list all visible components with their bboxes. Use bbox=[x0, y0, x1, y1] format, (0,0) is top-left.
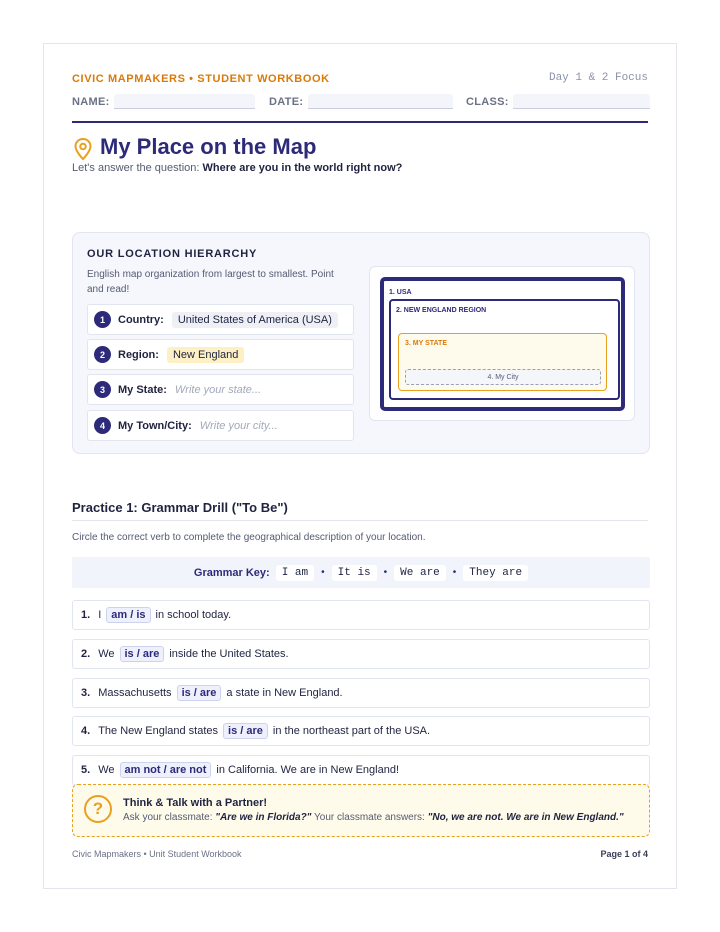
grammar-key-item: They are bbox=[463, 564, 529, 581]
header-rule bbox=[72, 121, 648, 123]
row-label: Country: bbox=[118, 313, 164, 326]
question-before: The New England states bbox=[98, 725, 219, 737]
question-row: 1. I am / is in school today. bbox=[72, 600, 650, 630]
hierarchy-description: English map organization from largest to… bbox=[87, 269, 334, 295]
footer-title: Civic Mapmakers • Unit Student Workbook bbox=[72, 849, 242, 859]
question-before: Massachusetts bbox=[98, 687, 172, 699]
grammar-key-bar: Grammar Key: I am • It is • We are • The… bbox=[72, 557, 650, 588]
step-number: 2 bbox=[94, 346, 111, 363]
grammar-key-item: I am bbox=[275, 564, 315, 581]
question-number: 2. bbox=[81, 648, 91, 660]
brand-title: CIVIC MAPMAKERS • STUDENT WORKBOOK bbox=[72, 73, 330, 85]
talk-title: Think & Talk with a Partner! bbox=[123, 797, 268, 809]
state-box: 3. MY STATE 4. My City bbox=[398, 333, 607, 391]
question-after: a state in New England. bbox=[226, 687, 343, 699]
talk-prompt: Ask your classmate: "Are we in Florida?"… bbox=[123, 812, 624, 823]
hierarchy-title: OUR LOCATION HIERARCHY bbox=[87, 248, 258, 260]
region-value: New England bbox=[166, 346, 245, 363]
question-after: in the northeast part of the USA. bbox=[272, 725, 431, 737]
question-before: I bbox=[98, 609, 102, 621]
page-subtitle: Let's answer the question: Where are you… bbox=[72, 162, 402, 174]
question-row: 5. We am not / are not in California. We… bbox=[72, 755, 650, 785]
question-row: 2. We is / are inside the United States. bbox=[72, 639, 650, 669]
step-number: 4 bbox=[94, 417, 111, 434]
workbook-page: CIVIC MAPMAKERS • STUDENT WORKBOOK Day 1… bbox=[43, 43, 677, 889]
verb-choice[interactable]: is / are bbox=[119, 646, 165, 662]
date-field[interactable] bbox=[308, 94, 453, 109]
region-box: 2. NEW ENGLAND REGION 3. MY STATE 4. My … bbox=[389, 299, 620, 400]
hierarchy-row-country: 1 Country: United States of America (USA… bbox=[87, 304, 354, 335]
ask-lead: Ask your classmate: bbox=[123, 812, 213, 823]
class-field[interactable] bbox=[513, 94, 650, 109]
location-hierarchy-panel: OUR LOCATION HIERARCHY English map organ… bbox=[72, 232, 650, 454]
verb-choice[interactable]: is / are bbox=[223, 723, 268, 739]
hierarchy-row-region: 2 Region: New England bbox=[87, 339, 354, 370]
nested-map-diagram: 1. USA 2. NEW ENGLAND REGION 3. MY STATE… bbox=[369, 266, 635, 421]
usa-box: 1. USA 2. NEW ENGLAND REGION 3. MY STATE… bbox=[380, 277, 625, 411]
subtitle-lead: Let's answer the question: bbox=[72, 162, 200, 174]
city-input[interactable]: Write your city... bbox=[200, 418, 284, 434]
date-label: DATE: bbox=[269, 96, 304, 108]
practice-description: Circle the correct verb to complete the … bbox=[72, 532, 426, 543]
city-box: 4. My City bbox=[405, 369, 601, 385]
question-number: 5. bbox=[81, 764, 91, 776]
map-pin-icon bbox=[74, 137, 92, 161]
grammar-key-label: Grammar Key: bbox=[193, 566, 270, 579]
ask-quote: "Are we in Florida?" bbox=[215, 812, 312, 823]
subtitle-question: Where are you in the world right now? bbox=[202, 162, 403, 174]
grammar-key-item: It is bbox=[331, 564, 377, 581]
practice-title: Practice 1: Grammar Drill ("To Be") bbox=[72, 500, 288, 515]
grammar-key-item: We are bbox=[394, 564, 446, 581]
verb-choice[interactable]: am not / are not bbox=[119, 762, 212, 778]
step-number: 1 bbox=[94, 311, 111, 328]
focus-label: Day 1 & 2 Focus bbox=[548, 72, 648, 84]
question-number: 3. bbox=[81, 687, 91, 699]
state-label: 3. MY STATE bbox=[405, 340, 448, 347]
answer-quote: "No, we are not. We are in New England." bbox=[427, 812, 624, 823]
question-number: 1. bbox=[81, 609, 91, 621]
row-label: Region: bbox=[118, 348, 159, 361]
class-label: CLASS: bbox=[466, 96, 509, 108]
verb-choice[interactable]: is / are bbox=[176, 685, 222, 701]
question-after: in school today. bbox=[155, 609, 232, 621]
name-field[interactable] bbox=[114, 94, 255, 109]
answer-lead: Your classmate answers: bbox=[314, 812, 425, 823]
practice-rule bbox=[72, 520, 648, 521]
question-icon: ? bbox=[84, 795, 112, 823]
state-input[interactable]: Write your state... bbox=[175, 382, 267, 398]
page-number: Page 1 of 4 bbox=[600, 849, 648, 859]
question-row: 3. Massachusetts is / are a state in New… bbox=[72, 678, 650, 708]
row-label: My State: bbox=[118, 383, 167, 396]
hierarchy-row-state[interactable]: 3 My State: Write your state... bbox=[87, 374, 354, 405]
question-before: We bbox=[98, 648, 115, 660]
name-label: NAME: bbox=[72, 96, 110, 108]
row-label: My Town/City: bbox=[118, 419, 192, 432]
page-number-text: Page 1 of 4 bbox=[600, 849, 648, 859]
country-value: United States of America (USA) bbox=[171, 311, 338, 328]
hierarchy-row-city[interactable]: 4 My Town/City: Write your city... bbox=[87, 410, 354, 441]
verb-choice[interactable]: am / is bbox=[106, 607, 151, 623]
usa-label: 1. USA bbox=[389, 289, 412, 296]
separator-dot: • bbox=[321, 567, 325, 578]
question-after: in California. We are in New England! bbox=[216, 764, 400, 776]
partner-talk-box: ? Think & Talk with a Partner! Ask your … bbox=[72, 784, 650, 837]
question-number: 4. bbox=[81, 725, 91, 737]
separator-dot: • bbox=[452, 567, 457, 578]
separator-dot: • bbox=[383, 567, 388, 578]
question-row: 4. The New England states is / are in th… bbox=[72, 716, 650, 746]
step-number: 3 bbox=[94, 381, 111, 398]
page-title: My Place on the Map bbox=[100, 134, 317, 159]
region-label: 2. NEW ENGLAND REGION bbox=[396, 307, 487, 314]
question-before: We bbox=[98, 764, 115, 776]
question-after: inside the United States. bbox=[169, 648, 289, 660]
